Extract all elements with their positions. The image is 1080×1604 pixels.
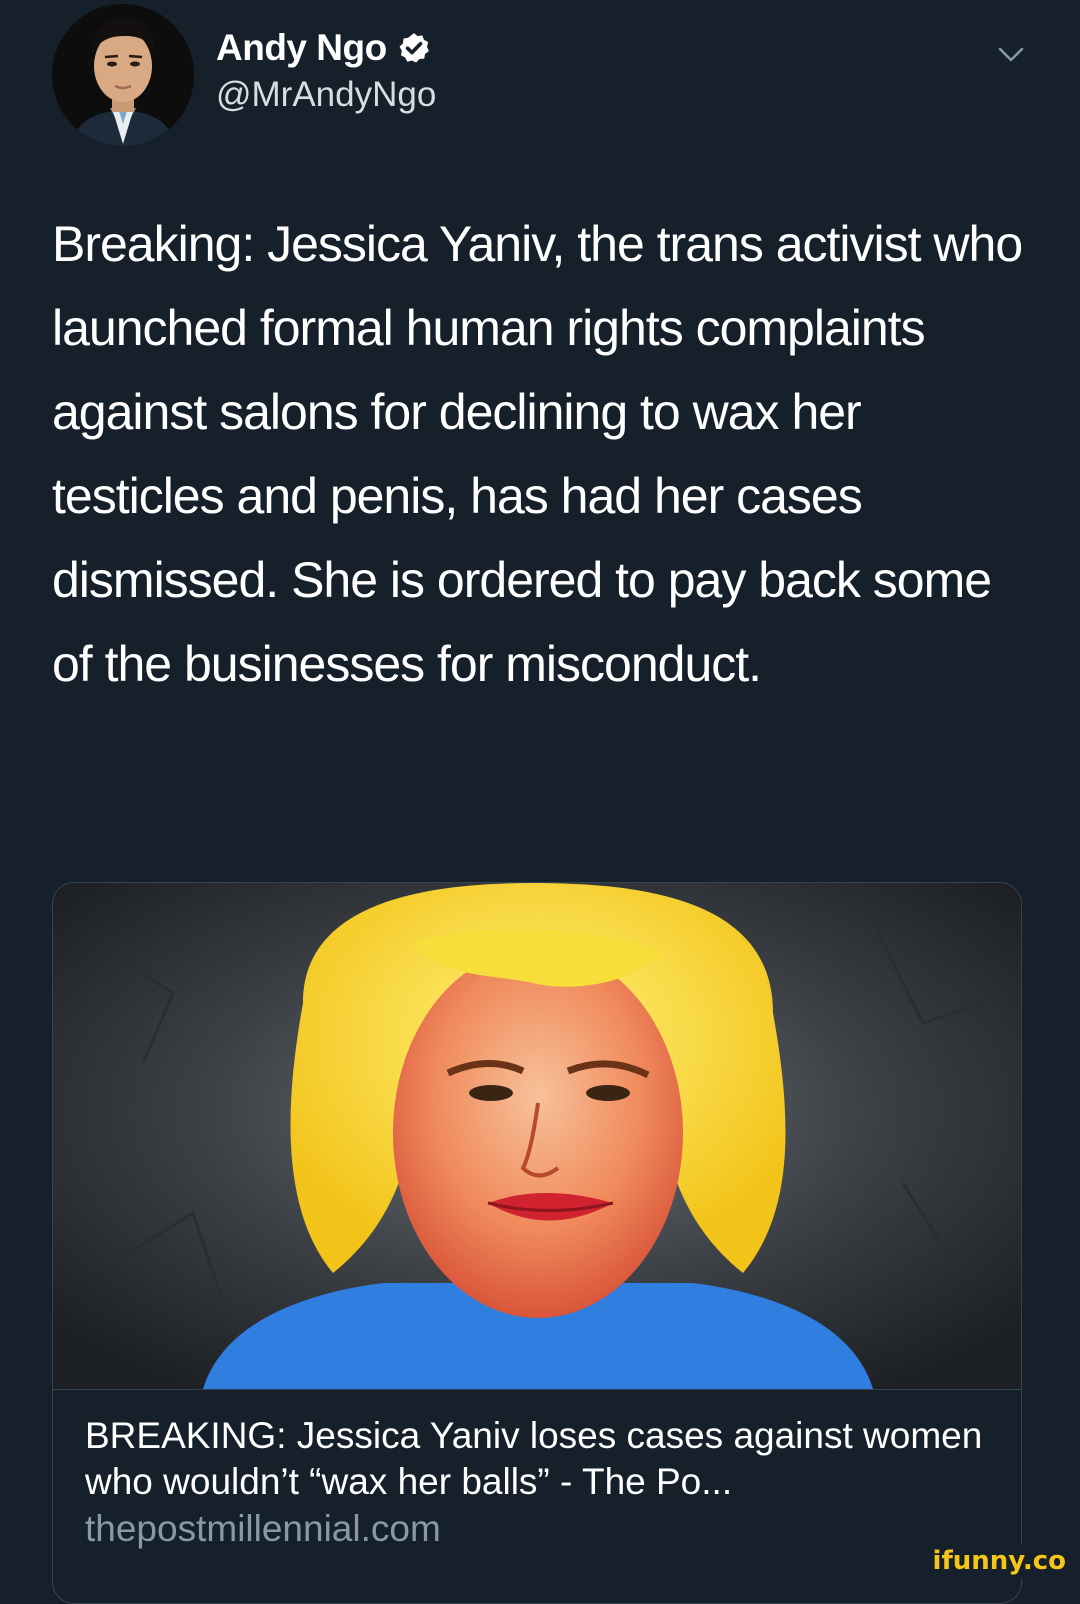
verified-badge-icon xyxy=(399,33,429,63)
card-text: BREAKING: Jessica Yaniv loses cases agai… xyxy=(85,1413,995,1553)
tweet-text: Breaking: Jessica Yaniv, the trans activ… xyxy=(52,216,1023,692)
author-info[interactable]: Andy Ngo @MrAndyNgo xyxy=(216,26,436,118)
watermark-logo: ifunny.co xyxy=(924,1544,1074,1578)
name-row: Andy Ngo xyxy=(216,26,436,70)
display-name[interactable]: Andy Ngo xyxy=(216,26,387,70)
card-image xyxy=(53,883,1021,1390)
tweet-header: Andy Ngo @MrAndyNgo xyxy=(52,4,1042,149)
user-handle[interactable]: @MrAndyNgo xyxy=(216,72,436,118)
card-title[interactable]: BREAKING: Jessica Yaniv loses cases agai… xyxy=(85,1413,995,1505)
avatar-image xyxy=(52,4,194,146)
chevron-down-icon[interactable] xyxy=(992,36,1030,74)
avatar[interactable] xyxy=(52,4,194,146)
link-card[interactable]: BREAKING: Jessica Yaniv loses cases agai… xyxy=(52,882,1022,1604)
card-domain[interactable]: thepostmillennial.com xyxy=(85,1505,995,1553)
